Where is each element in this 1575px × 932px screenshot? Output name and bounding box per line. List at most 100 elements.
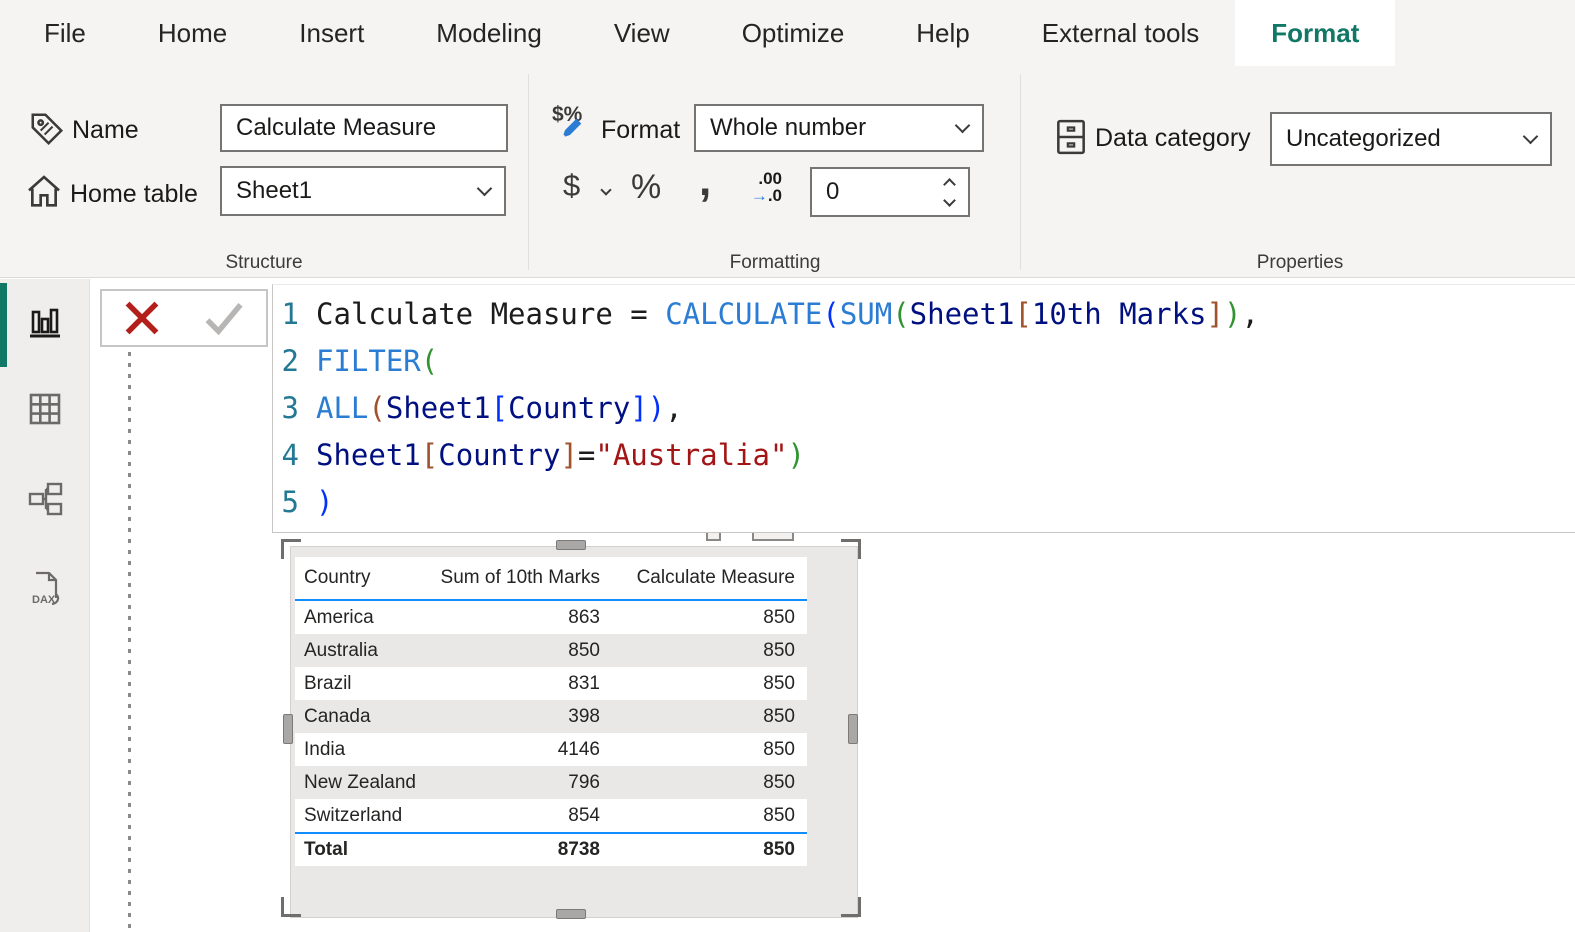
formula-line[interactable]: 1 Calculate Measure = CALCULATE(SUM(Sheet…	[273, 290, 1575, 337]
cell-sum-marks: 796	[432, 772, 612, 794]
cell-sum-marks: 8738	[432, 839, 612, 861]
data-category-label: Data category	[1095, 124, 1251, 153]
ribbon: FileHomeInsertModelingViewOptimizeHelpEx…	[0, 0, 1575, 278]
formula-line[interactable]: 5)	[273, 478, 1575, 525]
line-number: 1	[273, 297, 299, 331]
table-row[interactable]: Switzerland854850	[295, 799, 807, 832]
ribbon-tabs: FileHomeInsertModelingViewOptimizeHelpEx…	[8, 0, 1395, 66]
view-sidebar: DAX	[0, 279, 90, 932]
table-row[interactable]: India4146850	[295, 733, 807, 766]
formula-commit-bar	[100, 289, 268, 347]
cell-country: Country	[295, 567, 432, 589]
visual-header-more-icon[interactable]	[752, 533, 794, 541]
selection-corner-top-right	[841, 539, 861, 559]
home-table-select[interactable]: Sheet1	[220, 166, 506, 216]
cell-sum-marks: 831	[432, 673, 612, 695]
table-visual[interactable]: CountrySum of 10th MarksCalculate Measur…	[295, 557, 807, 866]
percent-icon: %	[631, 168, 661, 206]
tab-home[interactable]: Home	[122, 0, 263, 66]
format-value: Whole number	[710, 114, 957, 142]
cell-calculate-measure: 850	[612, 739, 807, 761]
cell-country: America	[295, 607, 432, 629]
dotted-guide-line	[128, 352, 131, 932]
table-row[interactable]: Canada398850	[295, 700, 807, 733]
decimal-icon-bottom: .0	[768, 186, 782, 205]
sidebar-item-dax-query-view[interactable]: DAX	[23, 567, 67, 611]
table-row[interactable]: Brazil831850	[295, 667, 807, 700]
resize-handle-left[interactable]	[283, 714, 293, 744]
code-text: FILTER(	[316, 344, 438, 378]
commit-check-icon[interactable]	[202, 298, 246, 338]
cell-country: Australia	[295, 640, 432, 662]
dax-formula-editor[interactable]: 1 Calculate Measure = CALCULATE(SUM(Sheet…	[272, 284, 1575, 533]
cell-calculate-measure: Calculate Measure	[612, 567, 807, 589]
tab-format[interactable]: Format	[1235, 0, 1395, 66]
home-table-label: Home table	[70, 180, 198, 209]
cancel-icon[interactable]	[122, 298, 162, 338]
currency-chevron-icon[interactable]	[600, 184, 611, 195]
cell-country: India	[295, 739, 432, 761]
chevron-down-icon	[1523, 128, 1539, 144]
cell-calculate-measure: 850	[612, 706, 807, 728]
code-text: )	[316, 485, 333, 519]
data-view-icon	[23, 387, 67, 431]
measure-name-value	[236, 114, 492, 142]
format-icon: $%	[552, 103, 582, 127]
sidebar-item-report-view[interactable]	[23, 300, 67, 344]
comma-icon: ,	[699, 156, 711, 205]
svg-text:DAX: DAX	[32, 594, 56, 606]
cell-sum-marks: Sum of 10th Marks	[432, 567, 612, 589]
cell-calculate-measure: 850	[612, 607, 807, 629]
stepper-arrows[interactable]	[945, 180, 954, 205]
table-row[interactable]: America863850	[295, 601, 807, 634]
table-total-row[interactable]: Total8738850	[295, 832, 807, 866]
tab-help[interactable]: Help	[880, 0, 1005, 66]
home-table-value: Sheet1	[236, 177, 479, 205]
formula-line[interactable]: 2FILTER(	[273, 337, 1575, 384]
cell-sum-marks: 850	[432, 640, 612, 662]
data-category-icon	[1052, 116, 1090, 158]
decimals-stepper[interactable]: 0	[810, 167, 970, 217]
cell-country: Canada	[295, 706, 432, 728]
cell-sum-marks: 398	[432, 706, 612, 728]
visual-header-icon[interactable]	[706, 533, 721, 541]
decimal-places-button[interactable]: .00 →.0	[730, 170, 782, 204]
table-header-row[interactable]: CountrySum of 10th MarksCalculate Measur…	[295, 557, 807, 601]
cell-calculate-measure: 850	[612, 673, 807, 695]
cell-country: New Zealand	[295, 772, 432, 794]
cell-country: Switzerland	[295, 805, 432, 827]
resize-handle-bottom[interactable]	[556, 909, 586, 919]
code-text: ALL(Sheet1[Country]),	[316, 391, 683, 425]
thousands-separator-button[interactable]: ,	[699, 156, 711, 206]
line-number: 4	[273, 438, 299, 472]
resize-handle-right[interactable]	[848, 714, 858, 744]
code-text: Calculate Measure = CALCULATE(SUM(Sheet1…	[316, 297, 1259, 331]
sidebar-item-model-view[interactable]	[23, 477, 67, 521]
table-row[interactable]: New Zealand796850	[295, 766, 807, 799]
tab-modeling[interactable]: Modeling	[400, 0, 578, 66]
powerbi-window: FileHomeInsertModelingViewOptimizeHelpEx…	[0, 0, 1575, 932]
cell-sum-marks: 863	[432, 607, 612, 629]
tab-optimize[interactable]: Optimize	[706, 0, 881, 66]
decimals-value: 0	[826, 178, 945, 206]
model-view-icon	[23, 477, 67, 521]
formula-line[interactable]: 4 Sheet1[Country]="Australia")	[273, 431, 1575, 478]
code-text: Sheet1[Country]="Australia")	[316, 438, 805, 472]
formula-line[interactable]: 3ALL(Sheet1[Country]),	[273, 384, 1575, 431]
tab-file[interactable]: File	[8, 0, 122, 66]
format-select[interactable]: Whole number	[694, 104, 984, 152]
measure-name-input[interactable]	[220, 104, 508, 152]
dax-query-view-icon: DAX	[23, 567, 67, 611]
table-row[interactable]: Australia850850	[295, 634, 807, 667]
cell-country: Total	[295, 839, 432, 861]
sidebar-item-data-view[interactable]	[23, 387, 67, 431]
data-category-select[interactable]: Uncategorized	[1270, 112, 1552, 166]
percent-button[interactable]: %	[631, 168, 661, 207]
tab-insert[interactable]: Insert	[263, 0, 400, 66]
tab-external-tools[interactable]: External tools	[1006, 0, 1236, 66]
name-label: Name	[72, 116, 139, 145]
resize-handle-top[interactable]	[556, 540, 586, 550]
tab-view[interactable]: View	[578, 0, 706, 66]
currency-button[interactable]: $	[563, 168, 580, 204]
selection-corner-top-left	[281, 539, 301, 559]
